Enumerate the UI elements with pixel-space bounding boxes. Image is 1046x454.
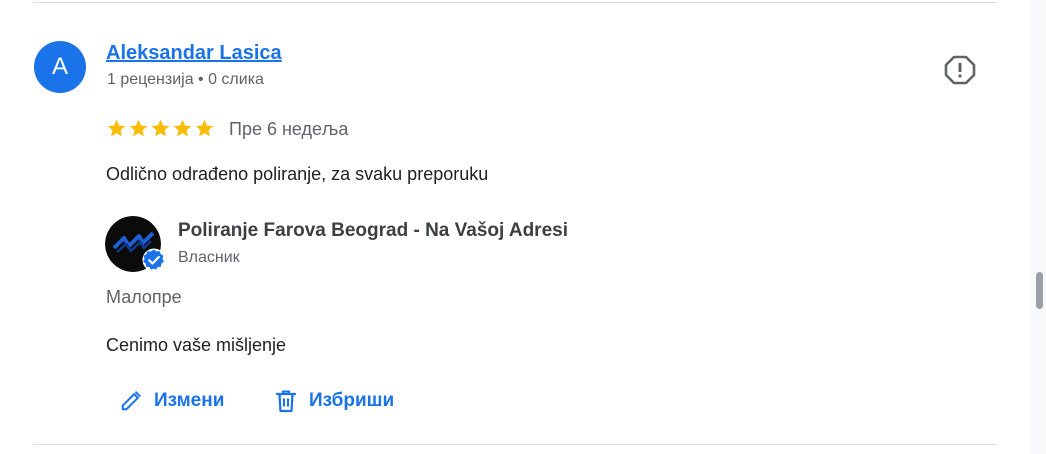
- verified-check-icon: [142, 248, 166, 272]
- delete-reply-label: Избриши: [309, 390, 395, 411]
- divider-top: [33, 2, 997, 3]
- star-filled-icon: [107, 119, 126, 137]
- reviewer-avatar[interactable]: A: [34, 41, 86, 93]
- divider-bottom: [33, 444, 997, 445]
- delete-reply-button[interactable]: Избриши: [275, 386, 394, 416]
- reply-text: Cenimo vaše mišljenje: [106, 335, 287, 355]
- review-page: A Aleksandar Lasica 1 рецензија • 0 слик…: [0, 0, 1046, 454]
- reply-date: Малопре: [106, 287, 182, 307]
- star-filled-icon: [195, 119, 214, 137]
- owner-name: Poliranje Farova Beograd - Na Vašoj Adre…: [178, 220, 568, 241]
- report-icon[interactable]: [944, 55, 976, 85]
- scrollbar-thumb[interactable]: [1036, 272, 1043, 309]
- star-rating: [106, 118, 215, 140]
- scrollbar-track[interactable]: [1030, 0, 1046, 454]
- review-text: Odlično odrađeno poliranje, za svaku pre…: [106, 164, 489, 184]
- owner-role-label: Власник: [178, 249, 240, 266]
- trash-icon: [275, 390, 297, 413]
- star-filled-icon: [173, 119, 192, 137]
- edit-reply-label: Измени: [154, 390, 225, 411]
- reviewer-meta: 1 рецензија • 0 слика: [107, 71, 264, 88]
- star-filled-icon: [129, 119, 148, 137]
- star-filled-icon: [151, 119, 170, 137]
- pencil-icon: [121, 391, 141, 411]
- reviewer-name-link[interactable]: Aleksandar Lasica: [106, 42, 282, 65]
- review-date: Пре 6 недеља: [229, 119, 349, 139]
- edit-reply-button[interactable]: Измени: [120, 386, 224, 416]
